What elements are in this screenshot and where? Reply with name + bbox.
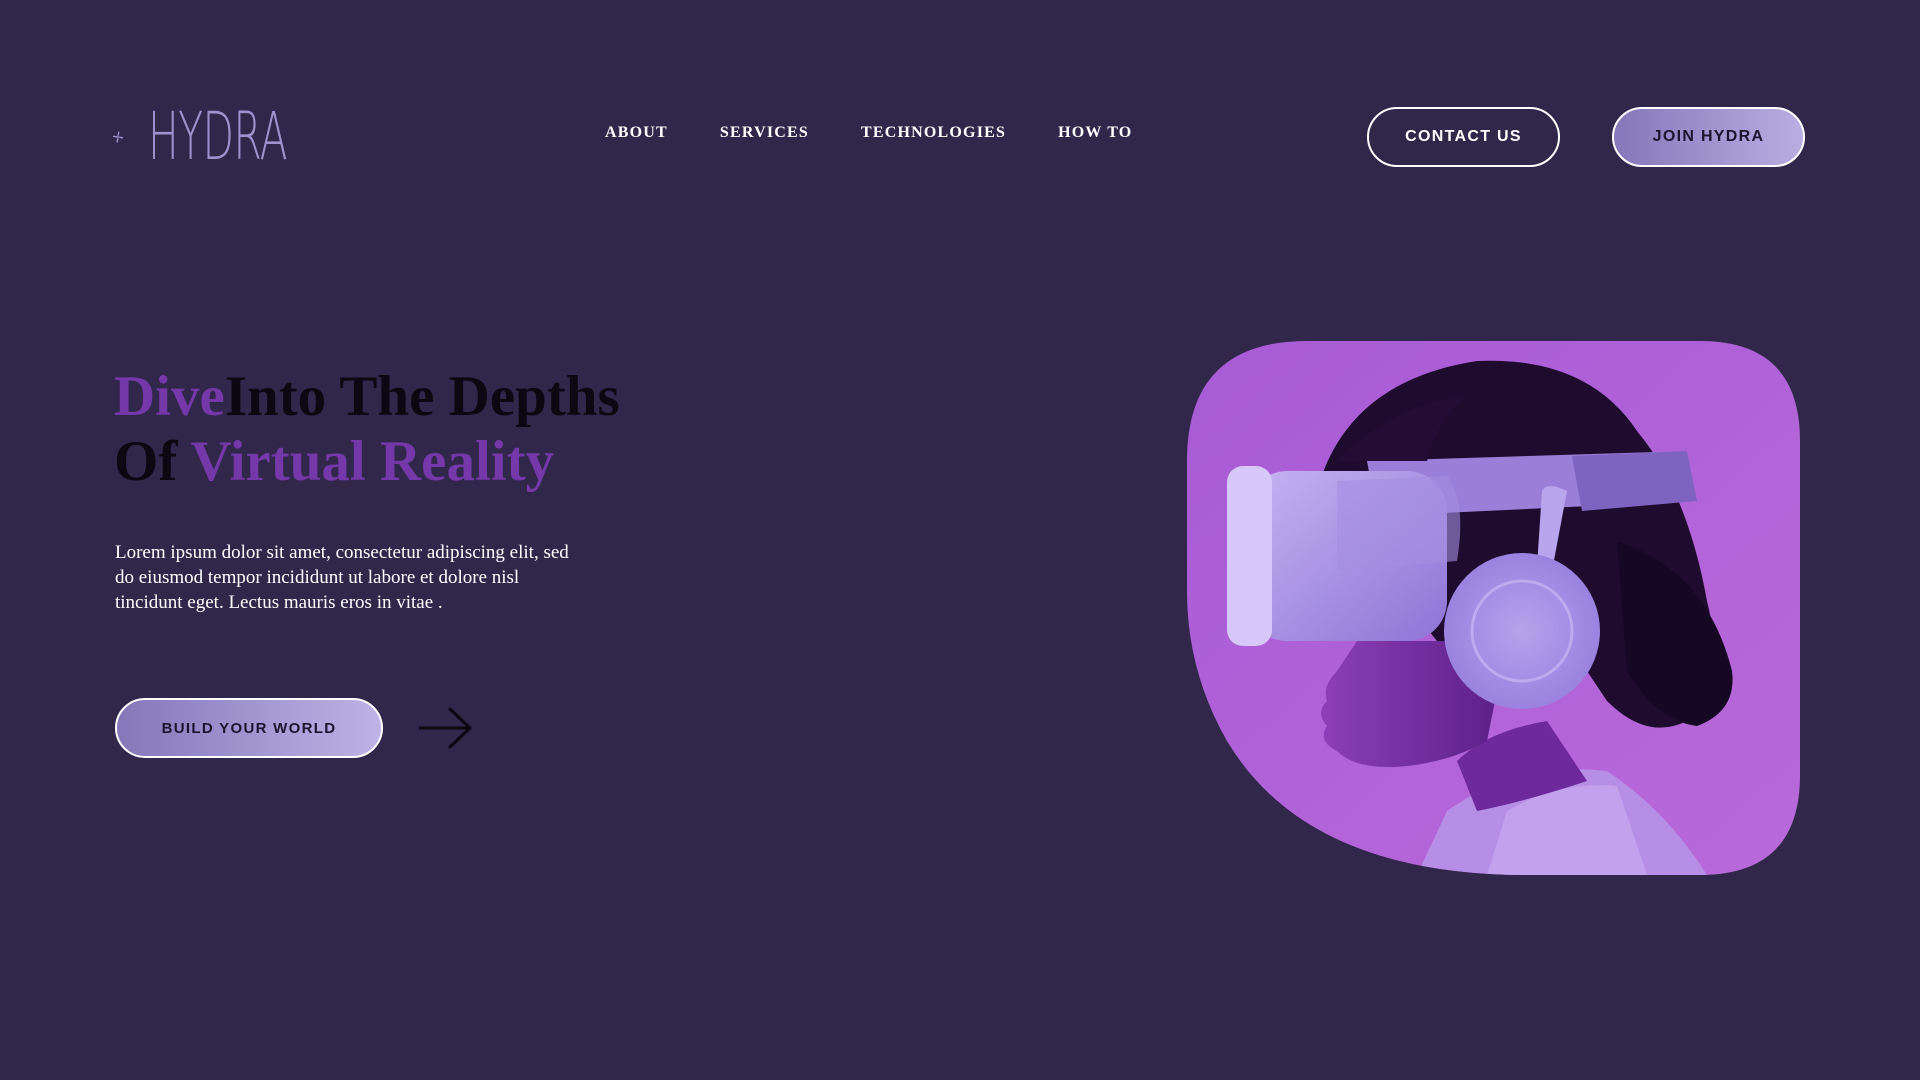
join-hydra-button[interactable]: JOIN HYDRA bbox=[1612, 107, 1805, 167]
nav-link-services[interactable]: SERVICES bbox=[720, 124, 809, 142]
vr-illustration bbox=[1187, 341, 1800, 875]
nav-link-about[interactable]: ABOUT bbox=[605, 124, 668, 142]
hero-title-accent-virtual-reality: Virtual Reality bbox=[190, 430, 555, 493]
hero-vr-image bbox=[1187, 341, 1800, 875]
nav-link-technologies[interactable]: TECHNOLOGIES bbox=[861, 124, 1006, 142]
hero-title-of: Of bbox=[114, 430, 191, 493]
main-nav: ABOUT SERVICES TECHNOLOGIES HOW TO bbox=[605, 124, 1132, 142]
build-your-world-button[interactable]: BUILD YOUR WORLD bbox=[115, 698, 383, 758]
brand-logo[interactable]: HYDRA bbox=[112, 70, 372, 204]
hydra-swirl-logo-icon bbox=[112, 131, 124, 143]
contact-us-button[interactable]: CONTACT US bbox=[1367, 107, 1560, 167]
hero-title-accent-dive: Dive bbox=[114, 365, 225, 428]
hero-description: Lorem ipsum dolor sit amet, consectetur … bbox=[115, 542, 569, 613]
arrow-right-icon[interactable] bbox=[418, 706, 474, 750]
brand-name: HYDRA bbox=[147, 98, 288, 175]
hero-title: DiveInto The Depths Of Virtual Reality bbox=[114, 364, 620, 494]
hero-title-line1: Into The Depths bbox=[224, 365, 620, 428]
nav-link-how-to[interactable]: HOW TO bbox=[1058, 124, 1132, 142]
